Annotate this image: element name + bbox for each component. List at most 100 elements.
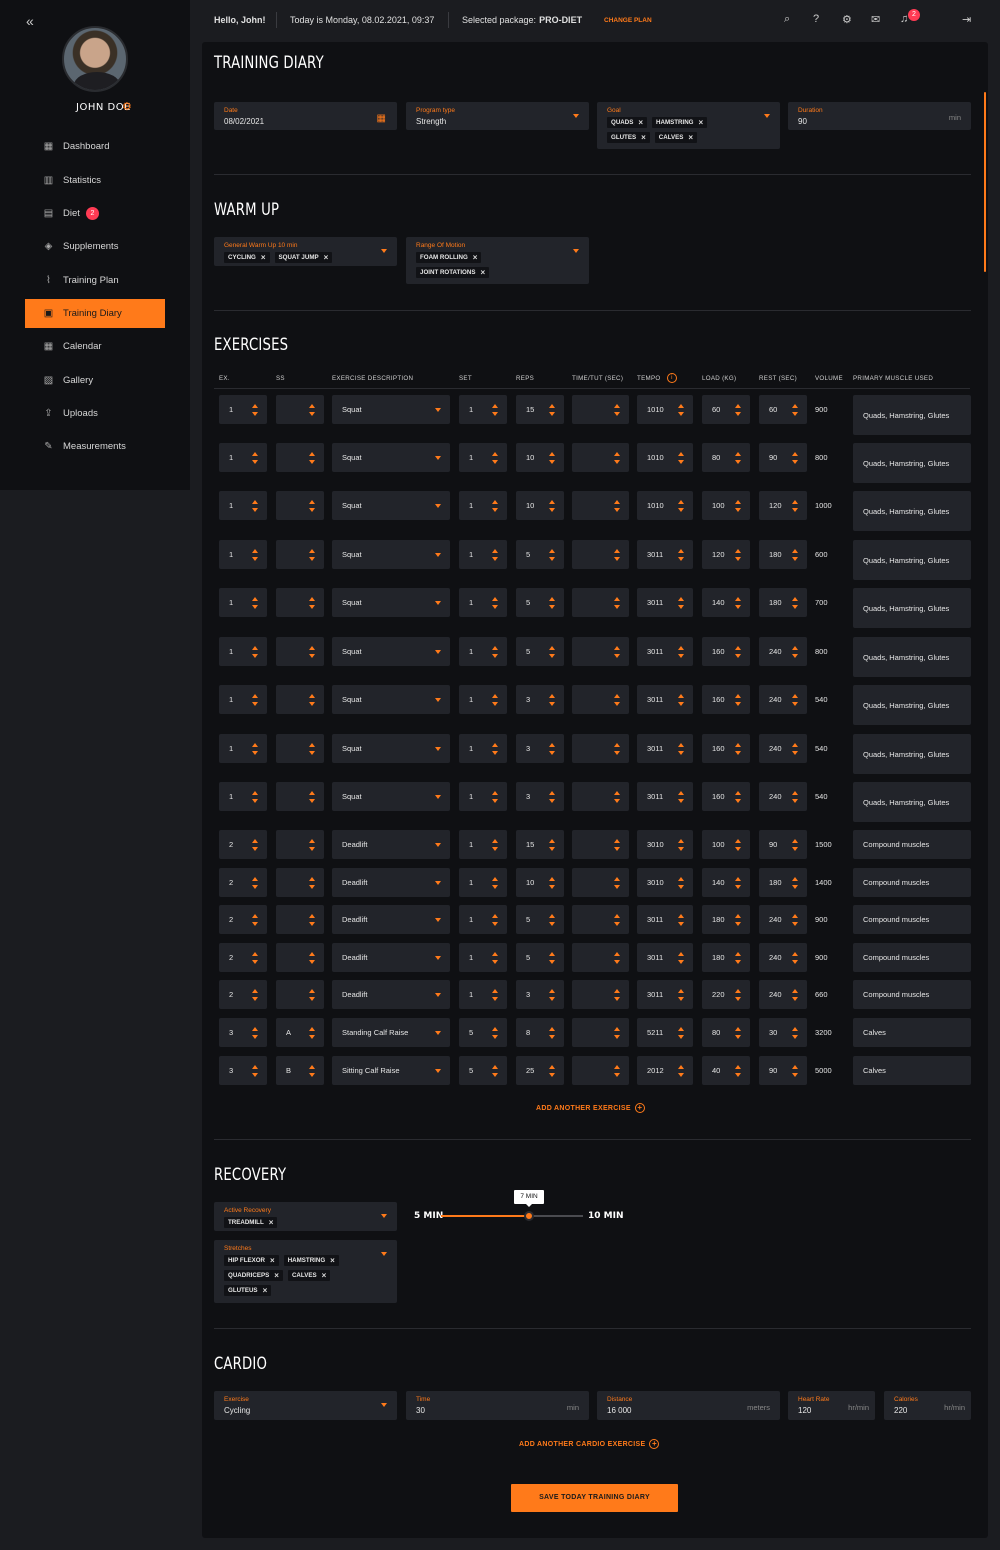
set-input[interactable]: 1 — [459, 588, 507, 617]
search-icon[interactable]: ⌕ — [784, 13, 790, 26]
set-input[interactable]: 1 — [459, 685, 507, 714]
chip[interactable]: FOAM ROLLING × — [416, 252, 482, 263]
logout-icon[interactable]: ⇥ — [962, 13, 971, 26]
close-icon[interactable]: × — [638, 118, 643, 127]
rest-input[interactable]: 240 — [759, 905, 807, 934]
desc-input[interactable]: Squat — [332, 395, 450, 424]
ss-input[interactable]: B — [276, 1056, 324, 1085]
tempo-input[interactable]: 3010 — [637, 830, 693, 859]
close-icon[interactable]: × — [261, 253, 266, 262]
chip[interactable]: GLUTEUS × — [224, 1285, 272, 1296]
add-cardio-button[interactable]: ADD ANOTHER CARDIO EXERCISE + — [519, 1439, 660, 1449]
set-input[interactable]: 5 — [459, 1056, 507, 1085]
tut-input[interactable] — [572, 540, 629, 569]
ss-input[interactable]: A — [276, 1018, 324, 1047]
reps-input[interactable]: 3 — [516, 782, 564, 811]
reps-input[interactable]: 3 — [516, 685, 564, 714]
set-input[interactable]: 1 — [459, 905, 507, 934]
info-icon[interactable]: i — [667, 373, 677, 383]
ss-input[interactable] — [276, 637, 324, 666]
rest-input[interactable]: 240 — [759, 637, 807, 666]
tempo-input[interactable]: 3010 — [637, 868, 693, 897]
tut-input[interactable] — [572, 588, 629, 617]
calendar-icon[interactable]: ▦ — [377, 113, 386, 124]
desc-input[interactable]: Deadlift — [332, 943, 450, 972]
chip[interactable]: QUADS × — [607, 117, 648, 128]
load-input[interactable]: 80 — [702, 1018, 750, 1047]
ss-input[interactable] — [276, 868, 324, 897]
load-input[interactable]: 180 — [702, 905, 750, 934]
close-icon[interactable]: × — [324, 253, 329, 262]
ex-input[interactable]: 1 — [219, 395, 267, 424]
load-input[interactable]: 80 — [702, 443, 750, 472]
cardio-distance-field[interactable]: Distance 16 000 meters — [597, 1391, 780, 1420]
tut-input[interactable] — [572, 905, 629, 934]
load-input[interactable]: 60 — [702, 395, 750, 424]
chip[interactable]: HAMSTRING × — [652, 117, 708, 128]
rest-input[interactable]: 240 — [759, 943, 807, 972]
calories-field[interactable]: Calories 220 hr/min — [884, 1391, 971, 1420]
load-input[interactable]: 140 — [702, 588, 750, 617]
tut-input[interactable] — [572, 734, 629, 763]
desc-input[interactable]: Squat — [332, 588, 450, 617]
rest-input[interactable]: 180 — [759, 588, 807, 617]
close-icon[interactable]: × — [322, 1271, 327, 1280]
ex-input[interactable]: 1 — [219, 637, 267, 666]
rest-input[interactable]: 240 — [759, 782, 807, 811]
tut-input[interactable] — [572, 395, 629, 424]
set-input[interactable]: 1 — [459, 782, 507, 811]
close-icon[interactable]: × — [274, 1271, 279, 1280]
desc-input[interactable]: Deadlift — [332, 980, 450, 1009]
desc-input[interactable]: Squat — [332, 782, 450, 811]
sidebar-item-training-diary[interactable]: ▣ Training Diary — [25, 298, 165, 328]
sidebar-item-statistics[interactable]: ▥ Statistics — [25, 163, 165, 196]
tempo-input[interactable]: 3011 — [637, 782, 693, 811]
ex-input[interactable]: 1 — [219, 588, 267, 617]
chip[interactable]: SQUAT JUMP × — [274, 252, 333, 263]
program-type-select[interactable]: Program type Strength — [406, 102, 589, 130]
ex-input[interactable]: 2 — [219, 943, 267, 972]
ss-input[interactable] — [276, 905, 324, 934]
set-input[interactable]: 1 — [459, 491, 507, 520]
set-input[interactable]: 1 — [459, 868, 507, 897]
scrollbar[interactable] — [984, 92, 986, 272]
reps-input[interactable]: 3 — [516, 980, 564, 1009]
ex-input[interactable]: 1 — [219, 443, 267, 472]
chip[interactable]: HAMSTRING × — [283, 1255, 339, 1266]
reps-input[interactable]: 8 — [516, 1018, 564, 1047]
desc-input[interactable]: Standing Calf Raise — [332, 1018, 450, 1047]
reps-input[interactable]: 10 — [516, 443, 564, 472]
rest-input[interactable]: 240 — [759, 734, 807, 763]
tempo-input[interactable]: 1010 — [637, 491, 693, 520]
reps-input[interactable]: 5 — [516, 943, 564, 972]
ex-input[interactable]: 3 — [219, 1056, 267, 1085]
close-icon[interactable]: × — [330, 1256, 335, 1265]
profile-settings-icon[interactable]: ⚙ — [122, 100, 132, 113]
desc-input[interactable]: Sitting Calf Raise — [332, 1056, 450, 1085]
tempo-input[interactable]: 3011 — [637, 943, 693, 972]
ex-input[interactable]: 1 — [219, 734, 267, 763]
tempo-input[interactable]: 5211 — [637, 1018, 693, 1047]
close-icon[interactable]: × — [269, 1218, 274, 1227]
sidebar-item-supplements[interactable]: ◈ Supplements — [25, 230, 165, 263]
reps-input[interactable]: 5 — [516, 637, 564, 666]
duration-field[interactable]: Duration 90 min — [788, 102, 971, 130]
ss-input[interactable] — [276, 443, 324, 472]
close-icon[interactable]: × — [641, 133, 646, 142]
tut-input[interactable] — [572, 980, 629, 1009]
sidebar-item-calendar[interactable]: ▦ Calendar — [25, 330, 165, 363]
tut-input[interactable] — [572, 637, 629, 666]
rest-input[interactable]: 90 — [759, 830, 807, 859]
ex-input[interactable]: 1 — [219, 685, 267, 714]
set-input[interactable]: 1 — [459, 443, 507, 472]
bell-icon[interactable]: ♫ — [900, 13, 908, 25]
change-plan-button[interactable]: CHANGE PLAN — [604, 17, 652, 24]
chip[interactable]: QUADRICEPS × — [224, 1270, 283, 1281]
cardio-exercise-select[interactable]: Exercise Cycling — [214, 1391, 397, 1420]
load-input[interactable]: 180 — [702, 943, 750, 972]
reps-input[interactable]: 15 — [516, 830, 564, 859]
chip[interactable]: CALVES × — [287, 1270, 331, 1281]
reps-input[interactable]: 10 — [516, 868, 564, 897]
set-input[interactable]: 5 — [459, 1018, 507, 1047]
ss-input[interactable] — [276, 782, 324, 811]
